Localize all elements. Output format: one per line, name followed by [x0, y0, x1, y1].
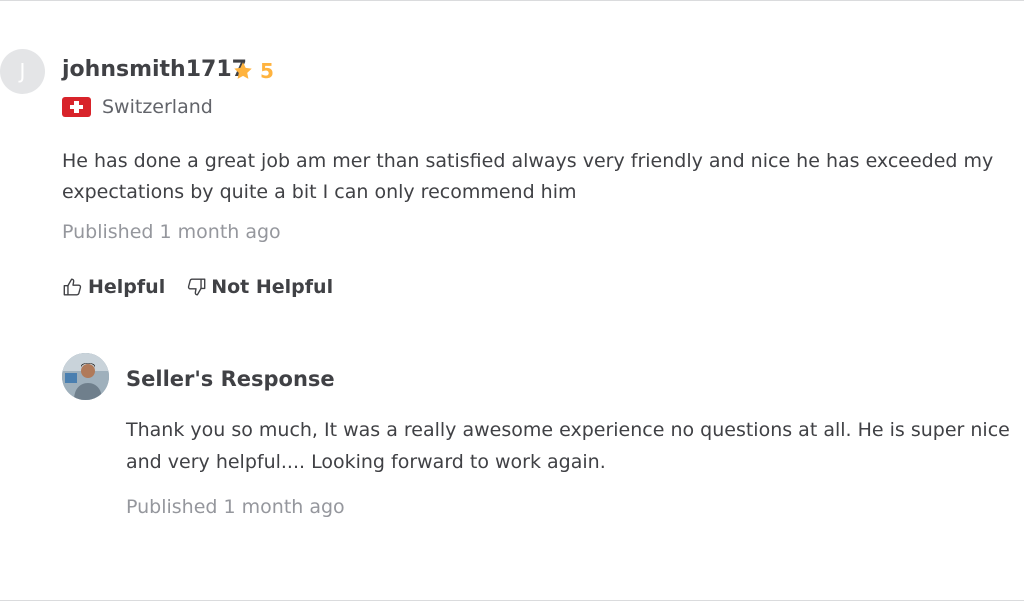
- seller-avatar[interactable]: [62, 353, 109, 400]
- reviewer-username[interactable]: johnsmith1717: [62, 57, 247, 82]
- helpful-button[interactable]: Helpful: [62, 276, 165, 298]
- avatar-initial: J: [19, 59, 26, 83]
- reviewer-country: Switzerland: [62, 96, 213, 118]
- helpful-label: Helpful: [88, 276, 166, 298]
- switzerland-flag-icon: [62, 97, 91, 117]
- not-helpful-button[interactable]: Not Helpful: [185, 276, 333, 298]
- rating: 5: [232, 57, 274, 85]
- review-published-date: Published 1 month ago: [62, 221, 281, 243]
- country-name: Switzerland: [102, 96, 213, 118]
- user-avatar[interactable]: J: [0, 49, 45, 94]
- star-icon: [232, 60, 254, 82]
- seller-response-text: Thank you so much, It was a really aweso…: [126, 419, 1010, 473]
- seller-response-title: Seller's Response: [126, 367, 335, 391]
- thumbs-up-icon: [62, 276, 84, 298]
- review-feedback-actions: Helpful Not Helpful: [62, 276, 333, 298]
- seller-response-published-date: Published 1 month ago: [126, 496, 345, 518]
- not-helpful-label: Not Helpful: [211, 276, 334, 298]
- rating-value: 5: [260, 59, 274, 83]
- review-card: J johnsmith1717 5 Switzerland He has don…: [0, 0, 1024, 601]
- thumbs-down-icon: [185, 276, 207, 298]
- review-text: He has done a great job am mer than sati…: [62, 150, 994, 203]
